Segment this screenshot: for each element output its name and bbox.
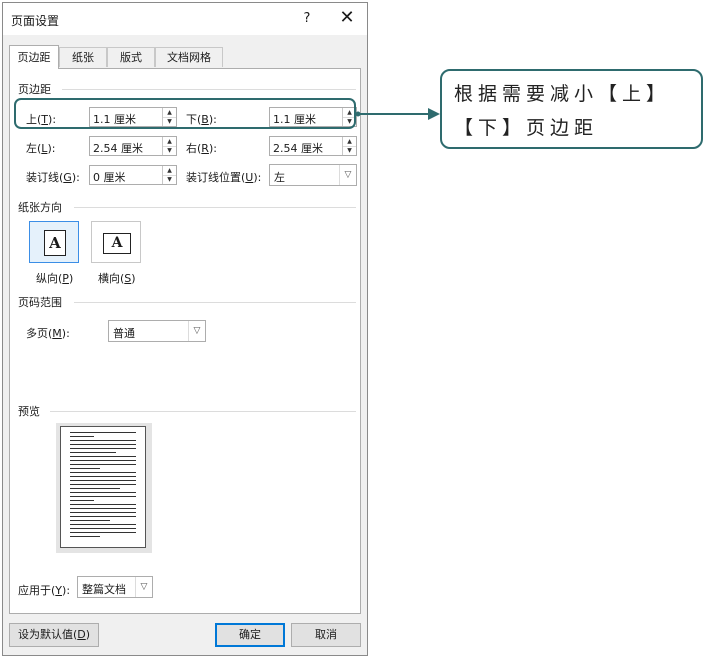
section-divider — [74, 302, 356, 303]
preview-text-line — [70, 520, 110, 521]
preview-text-line — [70, 448, 136, 449]
preview-text-line — [70, 484, 136, 485]
tab-margins[interactable]: 页边距 — [9, 45, 59, 69]
gutter-position-value: 左 — [274, 171, 285, 184]
ok-button[interactable]: 确定 — [215, 623, 285, 647]
tab-layout[interactable]: 版式 — [107, 47, 155, 67]
landscape-button[interactable]: A — [91, 221, 141, 263]
preview-text-line — [70, 496, 136, 497]
preview-text-line — [70, 528, 136, 529]
preview-page — [60, 426, 146, 548]
annotation-text: 根据需要减小【上】【下】页边距 — [454, 83, 671, 139]
preview-text-line — [70, 432, 136, 433]
section-divider — [50, 411, 356, 412]
preview-text-line — [70, 456, 136, 457]
preview-text-line — [70, 504, 136, 505]
section-preview-label: 预览 — [18, 405, 40, 418]
right-margin-label: 右(R): — [186, 142, 217, 155]
preview-text-line — [70, 444, 136, 445]
preview-text-line — [70, 492, 136, 493]
preview-text-line — [70, 452, 116, 453]
chevron-down-icon[interactable]: ▽ — [339, 165, 356, 185]
apply-to-label: 应用于(Y): — [18, 584, 71, 597]
preview-text-line — [70, 508, 136, 509]
apply-to-select[interactable]: 整篇文档 ▽ — [77, 576, 153, 598]
set-default-button[interactable]: 设为默认值(D) — [9, 623, 99, 647]
title-bar: 页面设置 ? ✕ — [3, 3, 367, 35]
preview-text-line — [70, 480, 136, 481]
apply-to-value: 整篇文档 — [82, 583, 126, 596]
section-margins-label: 页边距 — [18, 83, 51, 96]
page-preview — [56, 423, 152, 553]
gutter-label: 装订线(G): — [26, 171, 80, 184]
section-pages-label: 页码范围 — [18, 296, 62, 309]
gutter-spinner[interactable]: 0 厘米 ▲ ▼ — [89, 165, 177, 185]
spin-down-icon[interactable]: ▼ — [343, 146, 356, 155]
preview-text-line — [70, 512, 136, 513]
multiple-pages-label: 多页(M): — [26, 327, 70, 340]
gutter-value: 0 厘米 — [93, 171, 126, 184]
multiple-pages-select[interactable]: 普通 ▽ — [108, 320, 206, 342]
preview-text-line — [70, 476, 136, 477]
cancel-button[interactable]: 取消 — [291, 623, 361, 647]
dialog-title: 页面设置 — [11, 14, 60, 28]
preview-text-line — [70, 464, 136, 465]
multiple-pages-value: 普通 — [113, 327, 135, 340]
preview-text-line — [70, 536, 100, 537]
margins-panel: 页边距 上(T): 1.1 厘米 ▲ ▼ 下(B): 1.1 厘米 ▲ ▼ 左(L)… — [9, 68, 361, 614]
tab-doc-grid[interactable]: 文档网格 — [155, 47, 223, 67]
annotation-callout: 根据需要减小【上】【下】页边距 — [440, 69, 703, 149]
preview-text-line — [70, 436, 94, 437]
gutter-position-label: 装订线位置(U): — [186, 171, 262, 184]
left-margin-value: 2.54 厘米 — [93, 142, 143, 155]
close-button[interactable]: ✕ — [337, 8, 357, 28]
preview-text-line — [70, 488, 120, 489]
section-orientation-label: 纸张方向 — [18, 201, 62, 214]
section-divider — [74, 207, 356, 208]
spin-down-icon[interactable]: ▼ — [163, 146, 176, 155]
portrait-button[interactable]: A — [29, 221, 79, 263]
gutter-position-select[interactable]: 左 ▽ — [269, 164, 357, 186]
preview-text-line — [70, 468, 100, 469]
callout-arrow-icon — [355, 108, 440, 120]
section-divider — [62, 89, 356, 90]
portrait-page-icon: A — [44, 230, 66, 256]
spin-down-icon[interactable]: ▼ — [163, 175, 176, 184]
preview-text-line — [70, 524, 136, 525]
chevron-down-icon[interactable]: ▽ — [188, 321, 205, 341]
preview-text-line — [70, 460, 136, 461]
preview-text-line — [70, 472, 136, 473]
preview-text-line — [70, 532, 136, 533]
right-margin-spinner[interactable]: 2.54 厘米 ▲ ▼ — [269, 136, 357, 156]
landscape-label: 横向(S) — [98, 272, 136, 285]
preview-text-line — [70, 516, 136, 517]
chevron-down-icon[interactable]: ▽ — [135, 577, 152, 597]
preview-text-line — [70, 500, 94, 501]
preview-text-line — [70, 440, 136, 441]
left-margin-label: 左(L): — [26, 142, 56, 155]
left-margin-spinner[interactable]: 2.54 厘米 ▲ ▼ — [89, 136, 177, 156]
landscape-page-icon: A — [103, 233, 131, 254]
tab-paper[interactable]: 纸张 — [59, 47, 107, 67]
highlight-top-bottom-margins — [14, 98, 356, 129]
portrait-label: 纵向(P) — [36, 272, 74, 285]
help-button[interactable]: ? — [299, 11, 315, 26]
right-margin-value: 2.54 厘米 — [273, 142, 323, 155]
